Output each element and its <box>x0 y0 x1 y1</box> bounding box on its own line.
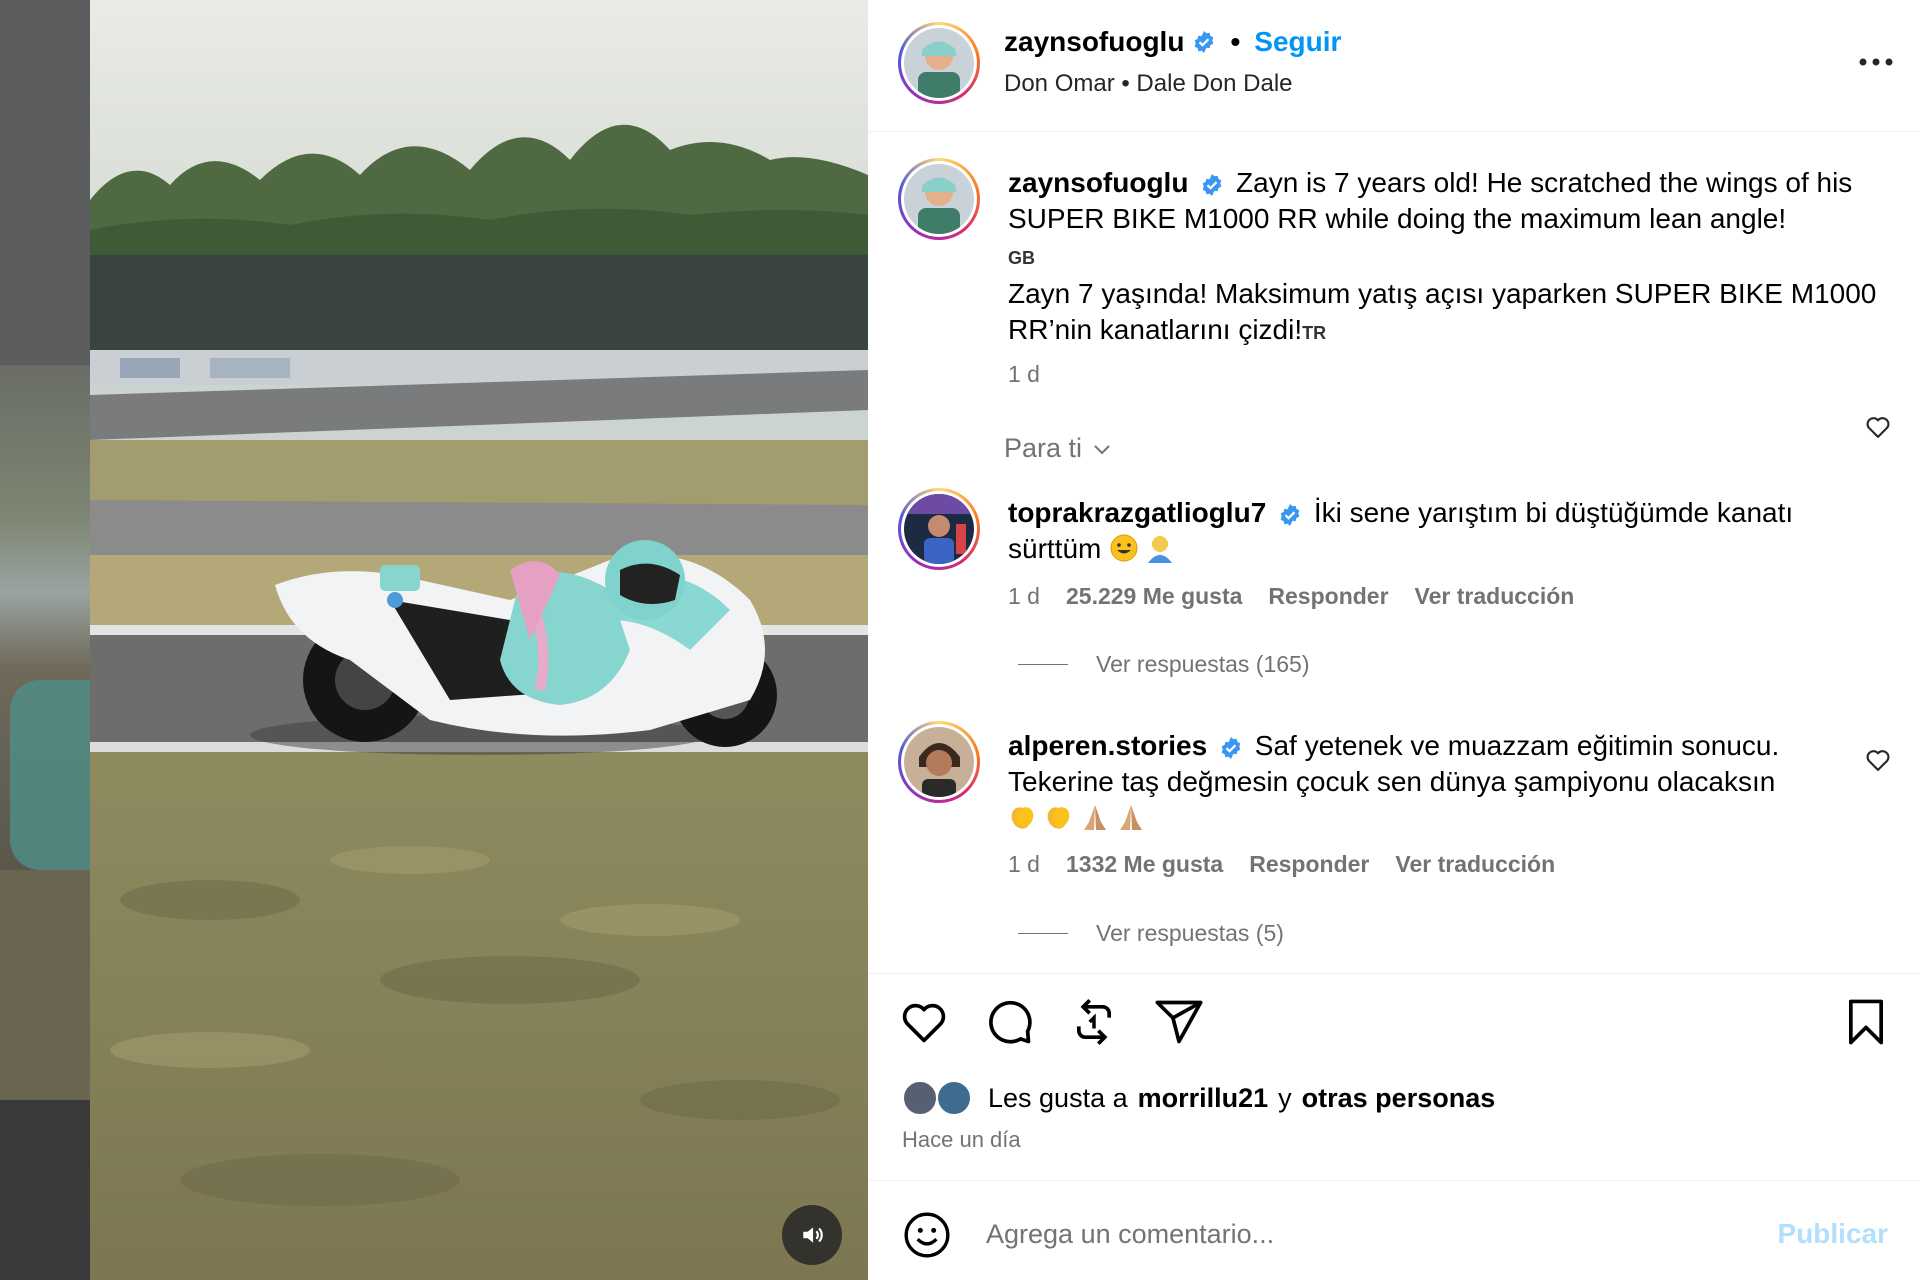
repost-icon[interactable] <box>1068 996 1120 1048</box>
liker-avatar <box>902 1080 938 1116</box>
speaker-icon <box>803 1227 823 1243</box>
heart-outline-icon <box>1866 750 1890 771</box>
bald-person-emoji <box>1148 536 1173 563</box>
caption-time: 1 d <box>1008 361 1040 387</box>
folded-hands-emoji <box>1084 805 1106 830</box>
post-timestamp: Hace un día <box>902 1127 1021 1152</box>
comment-text-block: toprakrazgatlioglu7 İki sene yarıştım bi… <box>1008 495 1828 567</box>
flag-tr-label: TR <box>1302 323 1327 343</box>
comment-likes-count[interactable]: 25.229 Me gusta <box>1066 583 1242 610</box>
more-options-button[interactable] <box>1854 40 1898 84</box>
view-replies-label: Ver respuestas (165) <box>1096 651 1310 677</box>
comment-sort-dropdown[interactable]: Para ti <box>1004 433 1114 464</box>
clapping-hands-emoji <box>1011 807 1034 829</box>
grinning-face-emoji <box>1110 534 1138 562</box>
verified-badge-icon <box>1202 173 1222 196</box>
follow-button[interactable]: Seguir <box>1254 26 1341 58</box>
reply-button[interactable]: Responder <box>1268 583 1388 610</box>
folded-hands-emoji <box>1120 805 1142 830</box>
liker-avatars[interactable] <box>902 1078 978 1118</box>
clapping-hands-emoji <box>1047 807 1070 829</box>
heart-outline-icon <box>1866 417 1890 438</box>
caption-turkish-text: Zayn 7 yaşında! Maksimum yatış açısı yap… <box>1008 278 1877 345</box>
comments-section[interactable]: zaynsofuoglu Zayn is 7 years old! He scr… <box>868 133 1920 973</box>
chevron-down-icon <box>1094 444 1110 454</box>
verified-badge-icon <box>1195 31 1214 53</box>
post-header: zaynsofuoglu • Seguir Don Omar • Dale Do… <box>868 0 1920 132</box>
translate-button[interactable]: Ver traducción <box>1415 583 1575 610</box>
commenter-avatar[interactable] <box>898 488 980 570</box>
comment-time: 1 d <box>1008 851 1040 877</box>
other-likers-link[interactable]: otras personas <box>1302 1083 1496 1114</box>
caption-author-avatar[interactable] <box>898 158 980 240</box>
heart-icon[interactable] <box>898 996 950 1048</box>
likes-summary: Les gusta a morrillu21 y otras personas <box>902 1078 1495 1118</box>
comment-input[interactable] <box>986 1207 1726 1261</box>
previous-post-backdrop <box>0 0 90 1280</box>
view-replies-button[interactable]: Ver respuestas (5) <box>1018 920 1284 947</box>
bookmark-icon[interactable] <box>1840 996 1892 1048</box>
commenter-avatar[interactable] <box>898 721 980 803</box>
caption-text: zaynsofuoglu Zayn is 7 years old! He scr… <box>1008 165 1888 351</box>
more-options-icon <box>1859 58 1893 66</box>
liker-avatar <box>936 1080 972 1116</box>
comment-likes-count[interactable]: 1332 Me gusta <box>1066 851 1223 878</box>
post-video[interactable] <box>90 0 868 1280</box>
likes-connector: y <box>1278 1082 1292 1113</box>
emoji-picker-icon[interactable] <box>902 1210 952 1260</box>
separator-dot: • <box>1230 26 1241 57</box>
caption-username[interactable]: zaynsofuoglu <box>1008 167 1188 198</box>
view-replies-label: Ver respuestas (5) <box>1096 920 1284 946</box>
translate-button[interactable]: Ver traducción <box>1395 851 1555 878</box>
verified-badge-icon <box>1280 503 1300 526</box>
post-action-bar <box>868 990 1920 1054</box>
comment-like-button[interactable] <box>1864 746 1892 774</box>
comment-username[interactable]: alperen.stories <box>1008 730 1207 761</box>
audio-toggle-button[interactable] <box>782 1205 842 1265</box>
motorcycle-video-frame <box>90 0 868 1280</box>
comment-meta: 1 d 25.229 Me gusta Responder Ver traduc… <box>1008 583 1574 610</box>
flag-gb-label: GB <box>1008 248 1035 268</box>
post-details-panel: zaynsofuoglu • Seguir Don Omar • Dale Do… <box>868 0 1920 1280</box>
divider <box>868 973 1920 974</box>
author-avatar[interactable] <box>898 22 980 104</box>
comment-username[interactable]: toprakrazgatlioglu7 <box>1008 497 1266 528</box>
reply-button[interactable]: Responder <box>1249 851 1369 878</box>
comment-text-block: alperen.stories Saf yetenek ve muazzam e… <box>1008 728 1828 836</box>
share-icon[interactable] <box>1153 996 1205 1048</box>
comment-icon[interactable] <box>983 996 1035 1048</box>
comment-sort-label: Para ti <box>1004 433 1083 463</box>
view-replies-button[interactable]: Ver respuestas (165) <box>1018 651 1310 678</box>
audio-track-link[interactable]: Don Omar • Dale Don Dale <box>1004 70 1293 98</box>
verified-badge-icon <box>1221 736 1241 759</box>
author-username[interactable]: zaynsofuoglu <box>1004 26 1184 58</box>
add-comment-bar: Publicar <box>868 1180 1920 1280</box>
likes-prefix: Les gusta a <box>988 1082 1128 1113</box>
publish-comment-button[interactable]: Publicar <box>1778 1218 1888 1250</box>
comment-meta: 1 d 1332 Me gusta Responder Ver traducci… <box>1008 851 1555 878</box>
comment-time: 1 d <box>1008 583 1040 609</box>
comment-like-button[interactable] <box>1864 413 1892 441</box>
caption-meta: 1 d <box>1008 361 1040 388</box>
liker-username[interactable]: morrillu21 <box>1138 1083 1269 1114</box>
